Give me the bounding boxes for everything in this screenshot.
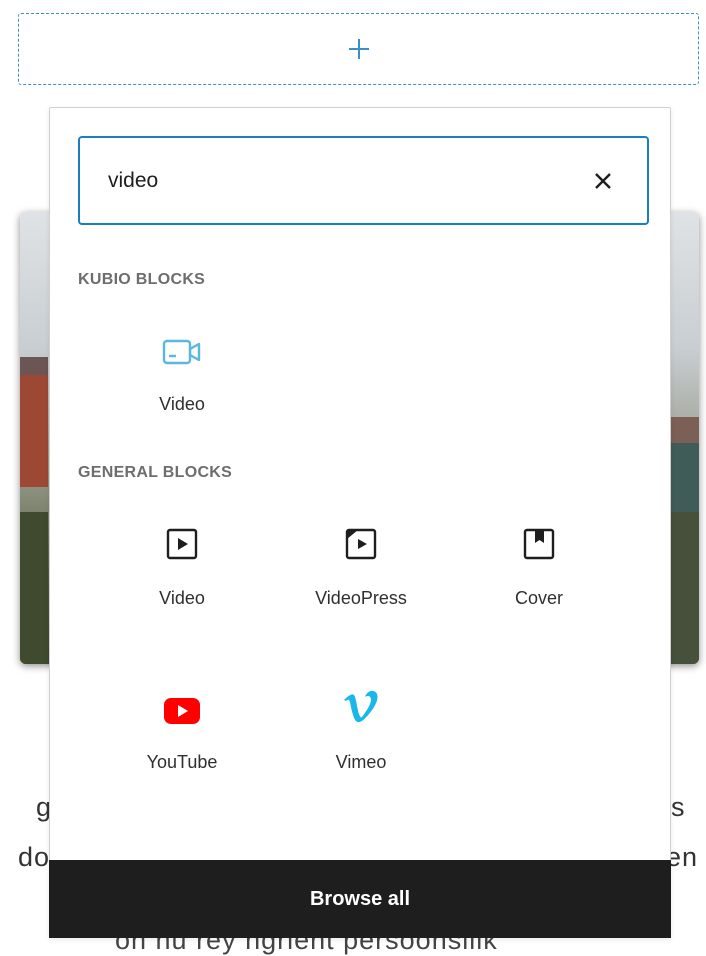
plus-icon bbox=[348, 39, 369, 59]
block-video[interactable]: Video bbox=[102, 512, 262, 642]
block-label: Video bbox=[159, 588, 205, 608]
block-cover[interactable]: Cover bbox=[459, 512, 619, 642]
block-search-input[interactable] bbox=[108, 168, 548, 193]
cover-icon bbox=[523, 528, 555, 560]
section-title-general-blocks: GENERAL BLOCKS bbox=[78, 464, 233, 481]
kubio-video-camera-icon bbox=[162, 339, 201, 365]
youtube-icon bbox=[164, 698, 200, 724]
block-youtube[interactable]: YouTube bbox=[102, 676, 262, 806]
vimeo-icon bbox=[344, 690, 378, 723]
videopress-icon bbox=[345, 528, 377, 560]
browse-all-button[interactable]: Browse all bbox=[49, 860, 671, 938]
block-label: Video bbox=[159, 394, 205, 414]
close-icon bbox=[595, 173, 611, 189]
section-title-kubio-blocks: KUBIO BLOCKS bbox=[78, 271, 206, 288]
block-videopress[interactable]: VideoPress bbox=[281, 512, 441, 642]
block-label: Vimeo bbox=[335, 752, 387, 772]
video-play-icon bbox=[166, 528, 198, 560]
block-label: VideoPress bbox=[315, 588, 407, 608]
block-label: YouTube bbox=[146, 752, 218, 772]
block-inserter-popover: KUBIO BLOCKS Video GENERAL BLOCKS Video bbox=[49, 107, 671, 938]
block-vimeo[interactable]: Vimeo bbox=[281, 676, 441, 806]
clear-search-button[interactable] bbox=[589, 167, 617, 195]
block-label: Cover bbox=[514, 588, 563, 608]
block-kubio-video[interactable]: Video bbox=[102, 318, 262, 448]
block-search-box bbox=[78, 136, 649, 225]
add-block-appender[interactable] bbox=[18, 13, 699, 85]
